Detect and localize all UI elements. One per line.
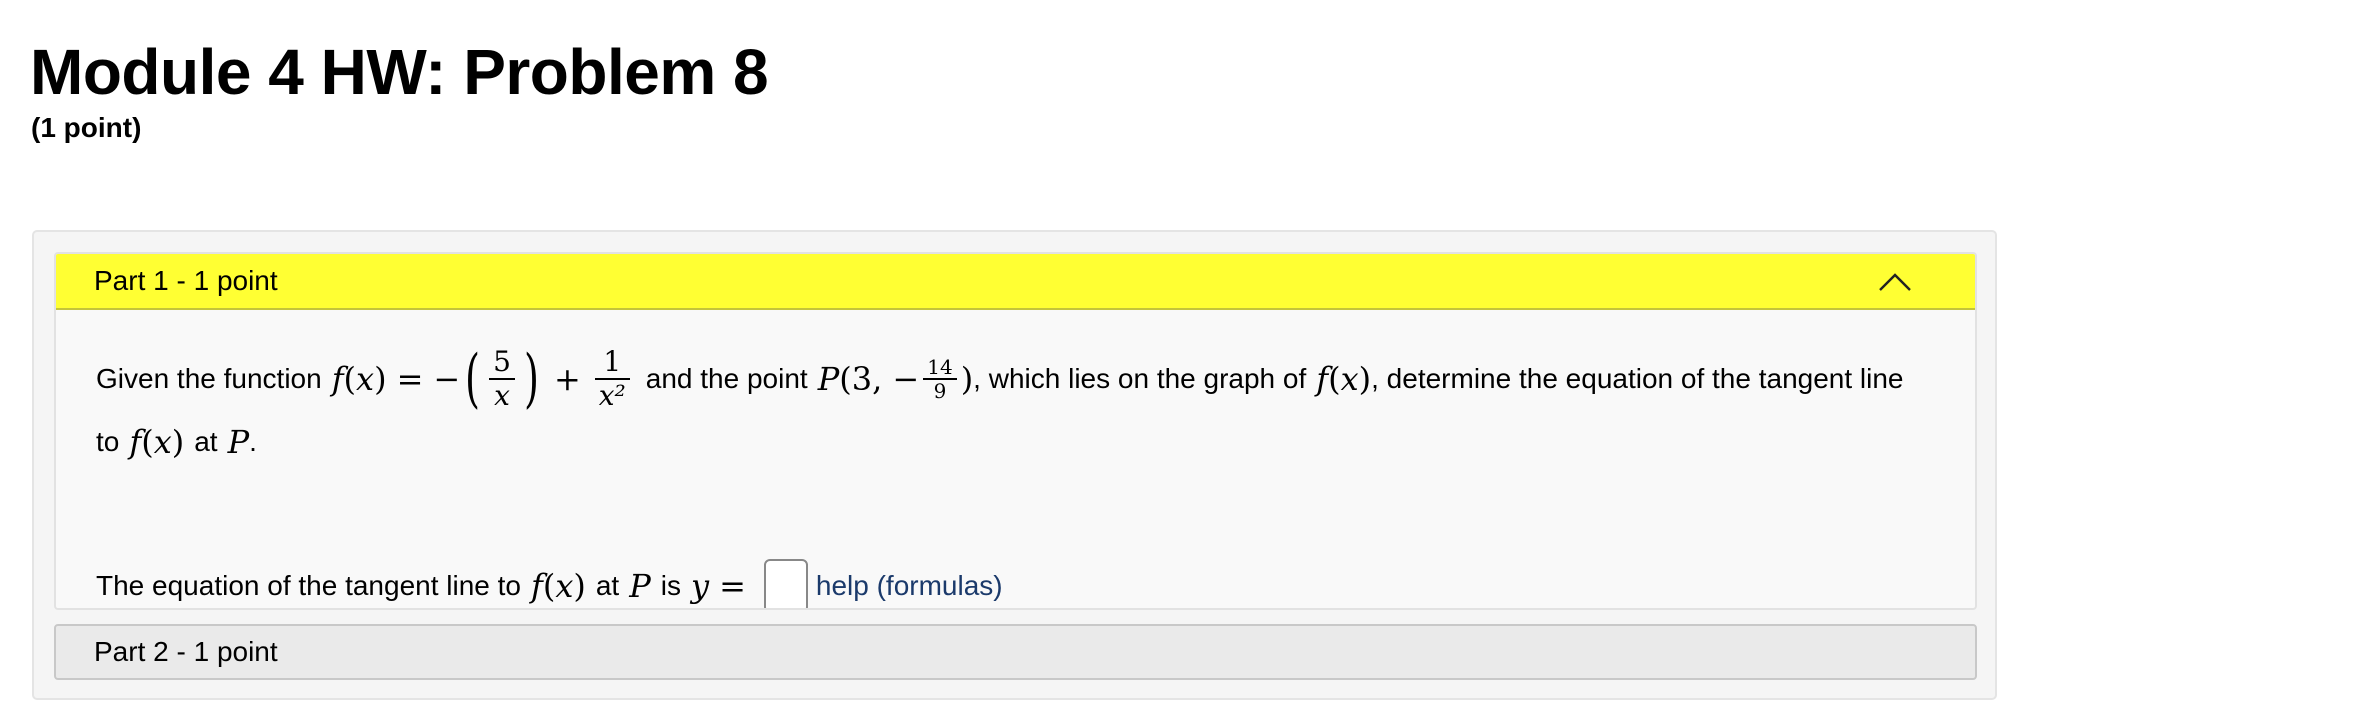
function-var-ref-2: x [153, 423, 172, 461]
text-lies-on: , which lies on the graph of [973, 363, 1307, 394]
left-paren: ( [465, 342, 481, 416]
problem-container: Part 1 - 1 point Given the function f ( x)… [32, 230, 1997, 700]
right-paren: ) [523, 342, 539, 416]
point-name-ref-2: P [629, 567, 651, 605]
point-name-ref: P [227, 423, 250, 461]
function-var-ref-3: x [555, 567, 574, 605]
part-1-header-label: Part 1 - 1 point [94, 265, 278, 296]
text-at-2: at [595, 570, 620, 601]
part-2-header[interactable]: Part 2 - 1 point [56, 626, 1975, 678]
minus-sign: − [433, 360, 461, 398]
point-y-numerator: 14 [927, 355, 953, 379]
answer-input[interactable] [763, 559, 808, 608]
function-name-ref-2: f [129, 423, 142, 461]
function-var: x [356, 360, 375, 398]
function-name-ref-3: f [531, 567, 543, 605]
text-equation: The equation of the tangent line to [96, 570, 521, 601]
function-var-ref: x [1340, 360, 1359, 398]
text-is: is [660, 570, 681, 601]
function-name: f [331, 360, 344, 398]
text-at: at [194, 426, 218, 457]
text-and-point: and the point [645, 363, 808, 394]
problem-statement-line-2: to f(x) at P. [96, 423, 257, 461]
part-1-card: Part 1 - 1 point Given the function f ( x)… [54, 252, 1977, 610]
plus-sign: + [553, 360, 581, 398]
text-determine: , determine the equation of the tangent … [1371, 363, 1904, 394]
point-name: P [817, 360, 840, 398]
y-variable: y [690, 567, 710, 605]
help-formulas-link[interactable]: help (formulas) [816, 570, 1003, 602]
fraction-2-denominator: x² [598, 379, 626, 412]
equals-sign-2: = [719, 567, 746, 605]
point-y-denominator: 9 [933, 379, 947, 403]
text-given: Given the function [96, 363, 322, 394]
function-name-ref: f [1316, 360, 1329, 398]
fraction-5-over-x: 5 x [489, 346, 515, 412]
fraction-point-y: 14 9 [923, 355, 957, 403]
part-1-header[interactable]: Part 1 - 1 point [56, 254, 1975, 310]
fraction-1-over-x-squared: 1 x² [594, 345, 630, 412]
fraction-1-denominator: x [494, 379, 510, 412]
answer-line: The equation of the tangent line to f(x)… [96, 556, 1003, 608]
fraction-2-numerator: 1 [603, 345, 622, 378]
problem-statement-line-1: Given the function f(x) = − ( 5 x ) + 1 … [96, 342, 1904, 416]
point-x: 3 [851, 360, 873, 398]
problem-points: (1 point) [31, 112, 142, 143]
equals-sign: = [396, 360, 424, 398]
text-period: . [249, 426, 257, 457]
fraction-1-numerator: 5 [493, 345, 511, 378]
chevron-up-icon[interactable] [1877, 266, 1913, 294]
part-2-header-label: Part 2 - 1 point [94, 636, 278, 667]
page-title: Module 4 HW: Problem 8 [30, 36, 769, 108]
part-2-card: Part 2 - 1 point [54, 624, 1977, 680]
text-to: to [96, 426, 120, 457]
